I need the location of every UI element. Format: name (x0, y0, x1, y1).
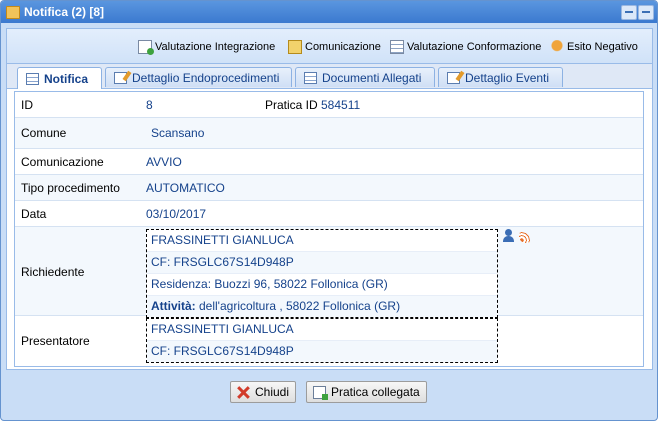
minimize-button[interactable] (621, 5, 637, 20)
window-titlebar[interactable]: Notifica (2) [8] (1, 1, 657, 23)
chiudi-button[interactable]: Chiudi (230, 381, 297, 403)
action-toolbar: Valutazione Integrazione Comunicazione V… (7, 29, 652, 64)
notifica-window: Notifica (2) [8] Valutazione Integrazion… (0, 0, 658, 421)
richiedente-cf: CF: FRSGLC67S14D948P (147, 252, 497, 274)
tipo-procedimento-label: Tipo procedimento (21, 181, 120, 195)
id-label: ID (21, 98, 33, 112)
close-icon (237, 386, 250, 399)
pratica-collegata-button[interactable]: Pratica collegata (306, 381, 427, 403)
linked-document-icon (313, 385, 328, 400)
attivita-value: dell'agricoltura , 58022 Follonica (GR) (195, 299, 401, 313)
tab-dettaglio-endoprocedimenti-label: Dettaglio Endoprocedimenti (132, 70, 280, 85)
pratica-label: Pratica ID (265, 98, 318, 112)
tab-documenti-allegati[interactable]: Documenti Allegati (295, 67, 435, 87)
id-value: 8 (146, 98, 153, 112)
valutazione-conformazione-button[interactable]: Valutazione Conformazione (390, 39, 541, 55)
comune-value: Scansano (151, 126, 205, 140)
row-comune: Comune Scansano (15, 118, 643, 149)
presentatore-box: FRASSINETTI GIANLUCA CF: FRSGLC67S14D948… (146, 318, 498, 363)
presentatore-cf: CF: FRSGLC67S14D948P (147, 341, 497, 362)
comunicazione-value: AVVIO (146, 155, 182, 169)
richiedente-label: Richiedente (21, 265, 85, 279)
data-label: Data (21, 207, 47, 221)
row-tipo-procedimento: Tipo procedimento AUTOMATICO (15, 175, 643, 201)
richiedente-name: FRASSINETTI GIANLUCA (147, 230, 497, 252)
minimize-icon (625, 11, 633, 13)
tab-dettaglio-eventi-label: Dettaglio Eventi (465, 70, 550, 85)
pratica-collegata-label: Pratica collegata (331, 385, 420, 399)
document-add-icon (138, 40, 154, 55)
presentatore-name: FRASSINETTI GIANLUCA (147, 319, 497, 341)
user-details-icon[interactable] (502, 229, 516, 243)
richiedente-box: FRASSINETTI GIANLUCA CF: FRSGLC67S14D948… (146, 229, 498, 318)
comunicazione-label: Comunicazione (305, 41, 381, 53)
esito-negativo-label: Esito Negativo (567, 41, 638, 53)
window-title: Notifica (2) [8] (24, 5, 105, 19)
richiedente-attivita: Attività: dell'agricoltura , 58022 Follo… (147, 296, 497, 317)
comune-label: Comune (21, 126, 67, 140)
valutazione-conformazione-label: Valutazione Conformazione (407, 41, 542, 53)
chiudi-label: Chiudi (255, 385, 290, 399)
restore-button[interactable] (638, 5, 654, 20)
richiedente-residenza: Residenza: Buozzi 96, 58022 Follonica (G… (147, 274, 497, 296)
tab-notifica-label: Notifica (44, 71, 89, 86)
form-icon (304, 71, 317, 84)
tab-documenti-allegati-label: Documenti Allegati (322, 70, 422, 85)
tab-dettaglio-endoprocedimenti[interactable]: Dettaglio Endoprocedimenti (105, 67, 292, 87)
tab-notifica[interactable]: Notifica (17, 67, 102, 89)
data-value: 03/10/2017 (146, 207, 207, 221)
table-icon (390, 40, 404, 54)
stamp-icon (550, 40, 564, 54)
notifica-form: ID 8 Pratica ID 584511 Comune Scansano C… (14, 91, 644, 367)
main-panel: Valutazione Integrazione Comunicazione V… (6, 28, 653, 370)
envelope-icon (288, 40, 302, 54)
valutazione-integrazione-label: Valutazione Integrazione (155, 41, 276, 53)
valutazione-integrazione-button[interactable]: Valutazione Integrazione (138, 39, 275, 55)
attivita-label: Attività: (151, 299, 196, 313)
row-id: ID 8 Pratica ID 584511 (15, 92, 643, 118)
comunicazione-label: Comunicazione (21, 155, 104, 169)
tab-dettaglio-eventi[interactable]: Dettaglio Eventi (438, 67, 563, 87)
edit-document-icon (114, 71, 127, 84)
form-icon (26, 72, 39, 85)
row-richiedente: Richiedente FRASSINETTI GIANLUCA CF: FRS… (15, 227, 643, 318)
esito-negativo-button[interactable]: Esito Negativo (550, 39, 638, 55)
row-comunicazione: Comunicazione AVVIO (15, 149, 643, 175)
edit-document-icon (447, 71, 460, 84)
tab-strip: Notifica Dettaglio Endoprocedimenti Docu… (7, 64, 652, 89)
pratica-value: 584511 (321, 98, 361, 112)
tipo-procedimento-value: AUTOMATICO (146, 181, 225, 195)
feed-icon[interactable] (519, 229, 533, 243)
row-data: Data 03/10/2017 (15, 201, 643, 227)
comunicazione-button[interactable]: Comunicazione (288, 39, 381, 55)
row-presentatore: Presentatore FRASSINETTI GIANLUCA CF: FR… (15, 316, 643, 366)
restore-icon (642, 11, 650, 13)
window-icon (6, 6, 20, 19)
presentatore-label: Presentatore (21, 334, 90, 348)
